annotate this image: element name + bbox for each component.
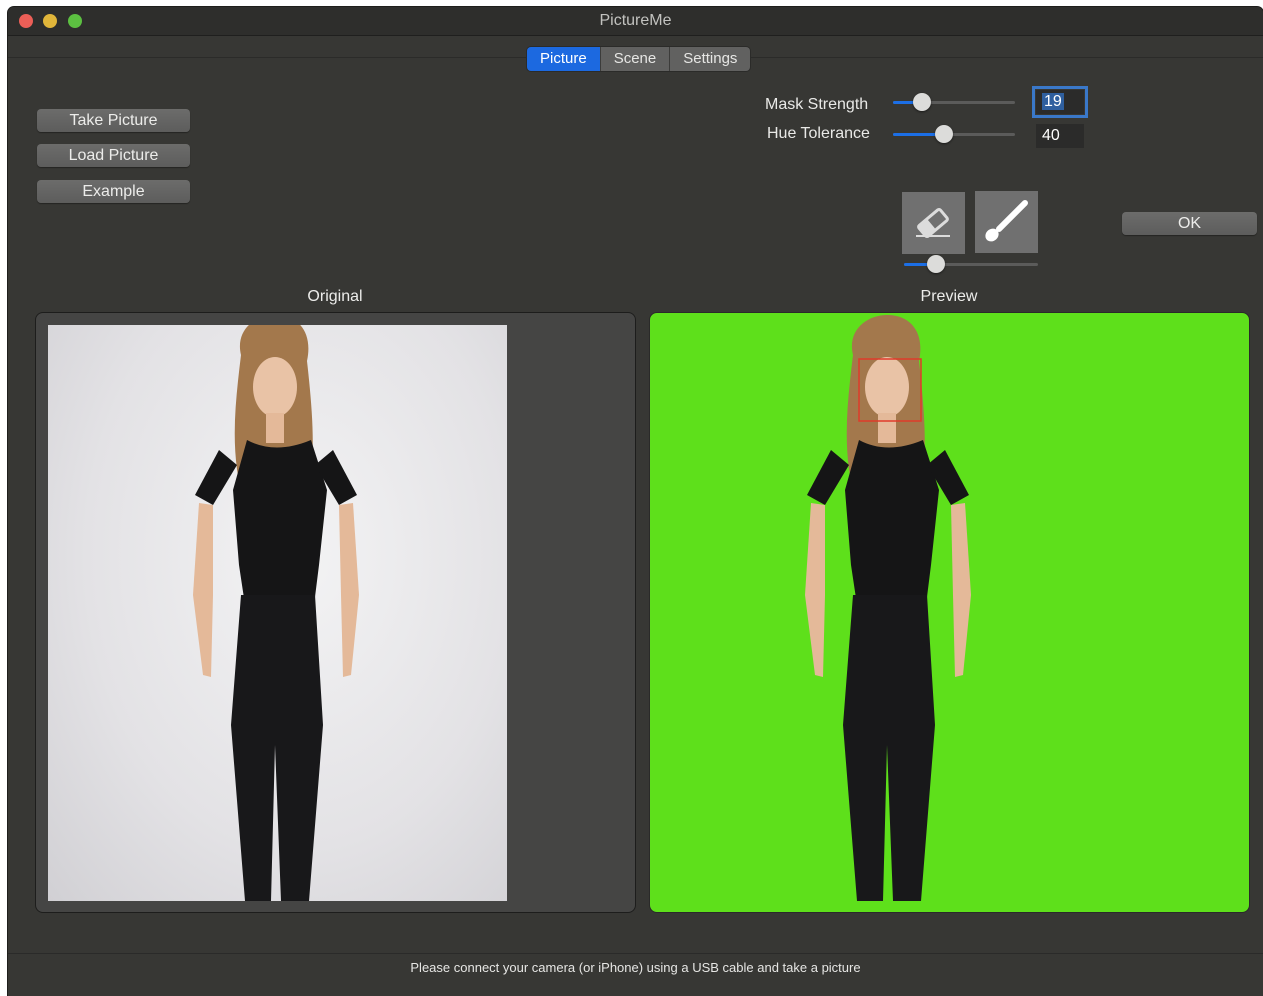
preview-label: Preview	[920, 288, 978, 305]
eraser-icon	[916, 207, 950, 239]
example-button[interactable]: Example	[37, 180, 190, 203]
brush-tool-button[interactable]	[975, 191, 1038, 253]
hue-tolerance-field[interactable]: 40	[1036, 124, 1084, 148]
tab-picture[interactable]: Picture	[527, 47, 601, 71]
hue-tolerance-slider[interactable]	[893, 125, 1015, 143]
hue-tolerance-knob[interactable]	[935, 125, 954, 143]
brush-size-knob[interactable]	[927, 255, 946, 273]
original-photo	[48, 315, 507, 901]
original-label: Original	[307, 288, 363, 305]
tab-settings[interactable]: Settings	[670, 47, 751, 71]
brush-size-slider[interactable]	[904, 255, 1038, 273]
load-picture-button[interactable]: Load Picture	[37, 144, 190, 167]
mask-strength-slider[interactable]	[893, 93, 1015, 111]
ok-button[interactable]: OK	[1122, 212, 1257, 235]
window-title: PictureMe	[599, 12, 672, 29]
brush-icon	[985, 200, 1028, 242]
mask-strength-value: 19	[1042, 93, 1064, 110]
preview-pane	[649, 312, 1250, 913]
title-bar: PictureMe	[8, 7, 1263, 36]
hue-tolerance-label: Hue Tolerance	[767, 125, 870, 142]
status-divider	[8, 953, 1263, 954]
tab-bar: Picture Scene Settings	[526, 46, 752, 72]
status-message: Please connect your camera (or iPhone) u…	[410, 960, 861, 975]
tab-scene[interactable]: Scene	[600, 47, 671, 71]
take-picture-button[interactable]: Take Picture	[37, 109, 190, 132]
mask-strength-field[interactable]: 19	[1032, 86, 1088, 118]
mask-strength-knob[interactable]	[913, 93, 932, 111]
app-window: PictureMe Picture Scene Settings Take Pi…	[8, 7, 1263, 996]
cutout-figure	[805, 315, 971, 901]
eraser-tool-button[interactable]	[902, 192, 965, 254]
person-figure	[193, 315, 359, 901]
mask-strength-label: Mask Strength	[765, 96, 869, 113]
hue-tolerance-value: 40	[1042, 127, 1060, 144]
original-pane	[35, 312, 636, 913]
